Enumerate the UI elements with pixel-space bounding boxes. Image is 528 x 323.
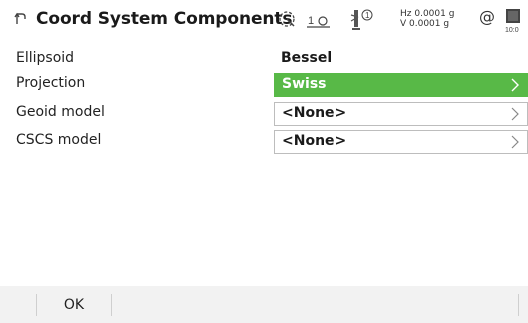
at-icon[interactable]: @ — [479, 7, 495, 26]
ok-button[interactable]: OK — [38, 290, 110, 320]
chevron-right-icon — [510, 134, 520, 154]
cscs-model-label: CSCS model — [16, 132, 102, 148]
cscs-model-value: <None> — [282, 133, 347, 149]
back-icon[interactable] — [14, 11, 28, 31]
chevron-right-icon — [510, 106, 520, 126]
level-icon[interactable]: 1 — [306, 13, 332, 33]
cscs-model-select[interactable]: <None> — [274, 130, 528, 154]
row-projection: Projection Swiss — [0, 73, 528, 97]
row-geoid-model: Geoid model <None> — [0, 102, 528, 126]
geoid-model-label: Geoid model — [16, 104, 105, 120]
battery-icon[interactable]: 10:0 — [504, 8, 526, 38]
ellipsoid-label: Ellipsoid — [16, 50, 75, 66]
chevron-right-icon — [510, 77, 520, 97]
target-tracking-icon[interactable] — [276, 8, 298, 34]
geoid-model-value: <None> — [282, 105, 347, 121]
projection-select[interactable]: Swiss — [274, 73, 528, 97]
battery-time: 10:0 — [505, 27, 519, 34]
projection-value: Swiss — [282, 76, 327, 92]
row-ellipsoid: Ellipsoid Bessel — [0, 48, 528, 72]
page-title: Coord System Components — [36, 9, 293, 29]
projection-label: Projection — [16, 75, 86, 91]
softkey-divider — [36, 294, 37, 316]
ellipsoid-value: Bessel — [281, 50, 333, 66]
row-cscs-model: CSCS model <None> — [0, 130, 528, 154]
svg-text:1: 1 — [308, 15, 314, 27]
softkey-divider — [518, 294, 519, 316]
angle-resolution-readout: Hz 0.0001 g V 0.0001 g — [400, 9, 454, 29]
header-bar: Coord System Components 1 1 Hz 0.0001 g … — [0, 0, 528, 40]
softkey-bar: OK — [0, 286, 528, 323]
geoid-model-select[interactable]: <None> — [274, 102, 528, 126]
prism-icon[interactable]: 1 — [348, 7, 374, 37]
softkey-divider — [111, 294, 112, 316]
hz-readout: Hz 0.0001 g — [400, 9, 455, 19]
v-readout: V 0.0001 g — [400, 19, 450, 29]
svg-text:1: 1 — [365, 11, 370, 20]
